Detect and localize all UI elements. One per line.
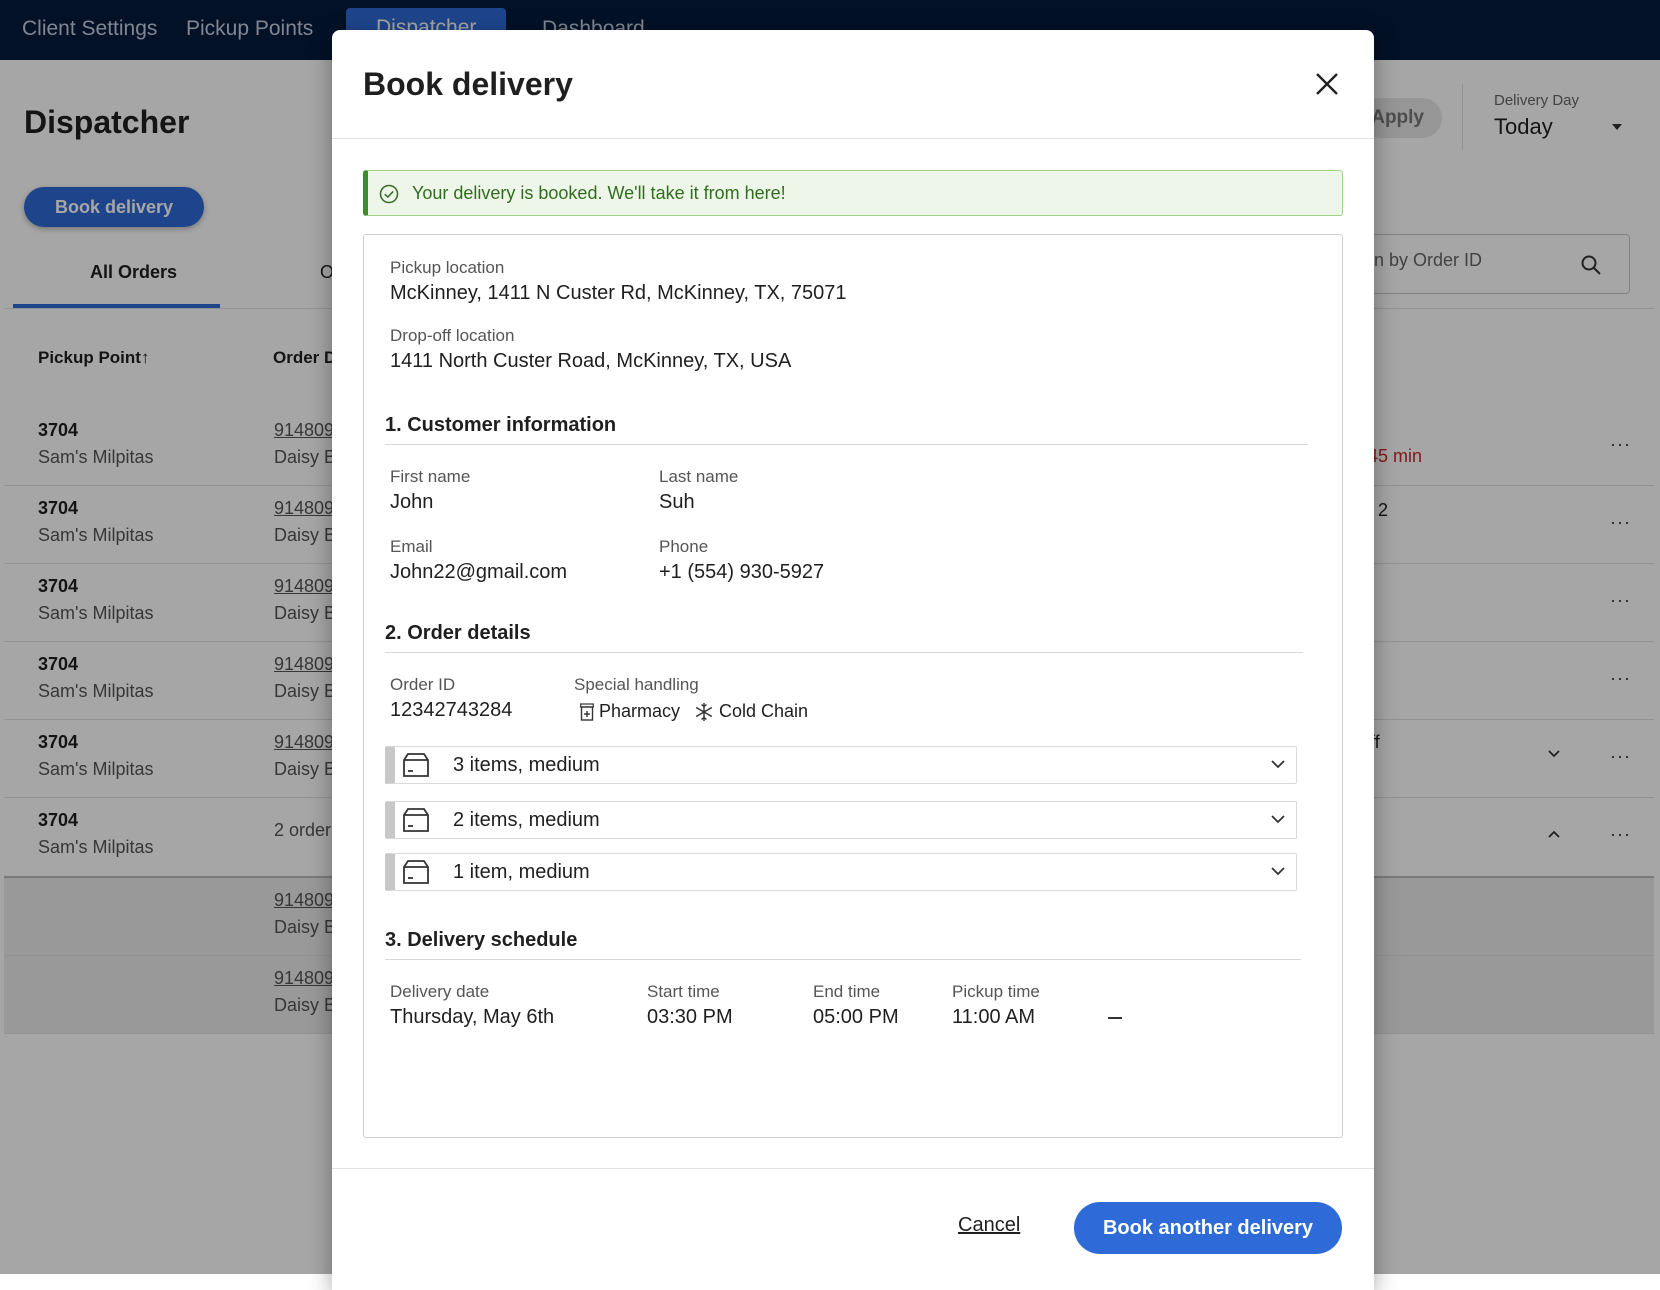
customer-info-heading: 1. Customer information: [385, 414, 617, 436]
dropoff-location-label: Drop-off location: [390, 326, 515, 345]
email-value: John22@gmail.com: [390, 561, 568, 583]
pickup-location-label: Pickup location: [390, 258, 505, 277]
book-another-delivery-button[interactable]: Book another delivery: [1074, 1202, 1342, 1254]
end-time-label: End time: [813, 982, 881, 1001]
special-handling-cold-chain: Cold Chain: [694, 701, 808, 722]
success-message: Your delivery is booked. We'll take it f…: [412, 183, 786, 203]
special-handling-label: Special handling: [574, 675, 699, 694]
section-divider: [385, 959, 1301, 960]
phone-label: Phone: [659, 537, 709, 556]
last-name-label: Last name: [659, 467, 739, 486]
chevron-down-icon[interactable]: [1269, 812, 1287, 826]
start-time-value: 03:30 PM: [647, 1006, 733, 1028]
package-label: 2 items, medium: [453, 809, 600, 831]
last-name-value: Suh: [659, 491, 695, 513]
package-icon: [403, 860, 429, 884]
cancel-button[interactable]: Cancel: [958, 1214, 1020, 1237]
email-label: Email: [390, 537, 433, 556]
package-accordion[interactable]: 1 item, medium: [385, 853, 1297, 891]
modal-header-divider: [332, 138, 1374, 139]
close-icon[interactable]: [1311, 68, 1343, 100]
pickup-time-value: 11:00 AM: [952, 1006, 1036, 1028]
package-icon: [403, 808, 429, 832]
time-range-dash: [1108, 1017, 1122, 1019]
pickup-time-label: Pickup time: [952, 982, 1040, 1001]
chevron-down-icon[interactable]: [1269, 864, 1287, 878]
book-delivery-modal: Book delivery Your delivery is booked. W…: [332, 30, 1374, 1290]
end-time-value: 05:00 PM: [813, 1006, 899, 1028]
phone-value: +1 (554) 930-5927: [659, 561, 825, 583]
package-accordion[interactable]: 3 items, medium: [385, 746, 1297, 784]
section-divider: [385, 444, 1308, 445]
package-icon: [403, 753, 429, 777]
order-id-value: 12342743284: [390, 699, 513, 721]
modal-title: Book delivery: [363, 66, 573, 102]
order-id-label: Order ID: [390, 675, 456, 694]
dropoff-location-value: 1411 North Custer Road, McKinney, TX, US…: [390, 350, 792, 372]
snowflake-icon: [695, 702, 713, 721]
pharmacy-icon: [580, 702, 594, 721]
delivery-date-value: Thursday, May 6th: [390, 1006, 555, 1028]
chevron-down-icon[interactable]: [1269, 757, 1287, 771]
first-name-value: John: [390, 491, 434, 513]
special-handling-pharmacy: Pharmacy: [580, 701, 680, 722]
cold-chain-label: Cold Chain: [719, 701, 809, 721]
package-accordion[interactable]: 2 items, medium: [385, 801, 1297, 839]
start-time-label: Start time: [647, 982, 720, 1001]
check-circle-icon: [379, 184, 399, 204]
first-name-label: First name: [390, 467, 471, 486]
delivery-date-label: Delivery date: [390, 982, 490, 1001]
package-label: 1 item, medium: [453, 861, 590, 883]
delivery-schedule-heading: 3. Delivery schedule: [385, 929, 578, 951]
package-label: 3 items, medium: [453, 754, 600, 776]
pickup-location-value: McKinney, 1411 N Custer Rd, McKinney, TX…: [390, 282, 847, 304]
success-alert: Your delivery is booked. We'll take it f…: [363, 170, 1343, 216]
modal-footer-divider: [332, 1168, 1374, 1169]
section-divider: [385, 652, 1303, 653]
pharmacy-label: Pharmacy: [599, 701, 681, 721]
order-details-heading: 2. Order details: [385, 622, 531, 644]
